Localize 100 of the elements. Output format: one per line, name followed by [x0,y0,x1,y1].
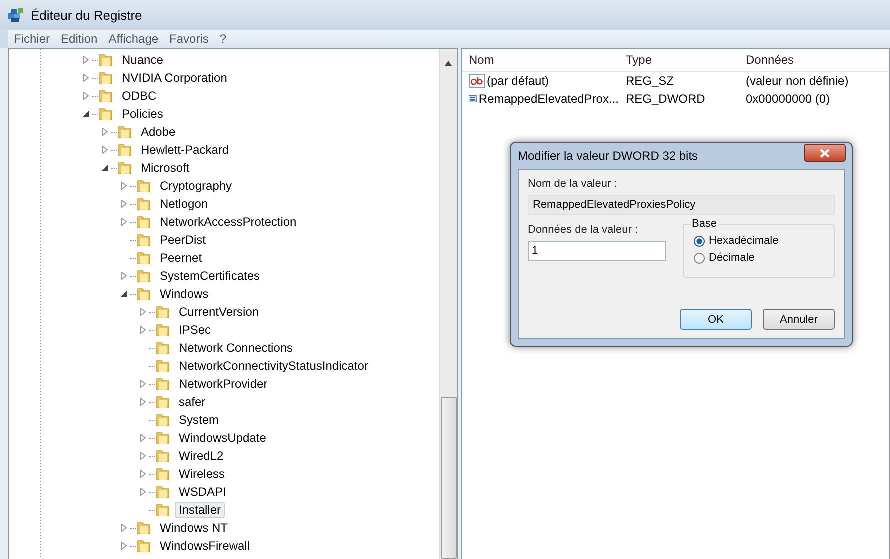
folder-icon [117,124,133,140]
tree-item[interactable]: IPSec [175,322,216,338]
folder-icon [136,196,152,212]
folder-icon [117,160,133,176]
folder-icon [155,412,171,428]
expand-arrow-icon[interactable] [139,326,147,334]
collapse-arrow-icon[interactable] [101,164,109,172]
radio-label[interactable]: Décimale [709,252,755,264]
folder-icon [155,322,171,338]
collapse-arrow-icon[interactable] [120,290,128,298]
folder-icon [155,448,171,464]
value-name[interactable]: (par défaut) [487,74,550,88]
value-data-label: Données de la valeur : [528,224,640,236]
tree-item[interactable]: NetworkConnectivityStatusIndicator [175,358,372,374]
tree-item[interactable]: Adobe [137,124,180,140]
folder-icon [98,70,114,86]
tree-item[interactable]: Cryptography [156,178,236,194]
expand-arrow-icon[interactable] [139,470,147,478]
tree-item[interactable]: Microsoft [137,160,194,176]
folder-icon [136,286,152,302]
menu-item[interactable]: Favoris [170,32,209,46]
value-data-field[interactable]: 1 [528,241,666,261]
expand-arrow-icon[interactable] [139,488,147,496]
menu-item[interactable]: Affichage [108,32,159,46]
tree-item[interactable]: ODBC [118,88,161,104]
folder-icon [155,376,171,392]
tree-item[interactable]: Netlogon [156,196,212,212]
folder-icon [136,538,152,554]
dialog-button[interactable]: OK [680,309,752,330]
string-value-icon [469,74,485,88]
expand-arrow-icon[interactable] [82,92,90,100]
scrollbar-thumb[interactable] [440,397,456,559]
tree-item[interactable]: WiredL2 [175,448,228,464]
folder-icon [98,52,114,68]
folder-icon [155,340,171,356]
menu-item[interactable]: Fichier [14,32,50,46]
expand-arrow-icon[interactable] [120,542,128,550]
column-header[interactable]: Données [739,53,794,67]
tree-item[interactable]: WSDAPI [175,484,230,500]
tree-item[interactable]: PeerDist [156,232,210,248]
expand-arrow-icon[interactable] [101,128,109,136]
close-icon [820,148,830,158]
expand-arrow-icon[interactable] [101,146,109,154]
value-name[interactable]: RemappedElevatedProx... [478,92,619,106]
tree-item[interactable]: Policies [118,106,168,122]
folder-icon [117,142,133,158]
tree-item[interactable]: Hewlett-Packard [137,142,234,158]
expand-arrow-icon[interactable] [139,308,147,316]
tree-item[interactable]: CurrentVersion [175,304,264,320]
value-data: (valeur non définie) [745,74,849,88]
value-type: REG_DWORD [625,92,706,106]
column-header[interactable]: Nom [462,53,619,67]
radio-label[interactable]: Hexadécimale [709,235,779,247]
expand-arrow-icon[interactable] [139,452,147,460]
tree-item[interactable]: Network Connections [175,340,298,356]
expand-arrow-icon[interactable] [120,182,128,190]
folder-icon [155,502,171,518]
tree-item[interactable]: NetworkAccessProtection [156,214,301,230]
value-type: REG_SZ [625,74,676,88]
tree-item[interactable]: Windows [156,286,213,302]
expand-arrow-icon[interactable] [139,380,147,388]
radio-button[interactable] [694,236,705,246]
collapse-arrow-icon[interactable] [82,110,90,118]
expand-arrow-icon[interactable] [82,56,90,64]
radio-button[interactable] [694,252,705,264]
tree-item[interactable]: NetworkProvider [175,376,272,392]
folder-icon [155,430,171,446]
value-name-label: Nom de la valeur : [528,178,618,190]
base-group-label: Base [690,218,720,230]
expand-arrow-icon[interactable] [120,218,128,226]
tree-item[interactable]: Wireless [175,466,230,482]
value-name-field: RemappedElevatedProxiesPolicy [528,195,835,215]
tree-item[interactable]: Peernet [156,250,206,266]
tree-item[interactable]: Windows NT [156,520,232,536]
tree-item[interactable]: Nuance [118,52,168,68]
tree-item[interactable]: System [175,412,224,428]
close-button[interactable] [804,144,846,162]
scroll-up-arrow-icon[interactable] [445,61,452,66]
folder-icon [98,106,114,122]
expand-arrow-icon[interactable] [120,524,128,532]
expand-arrow-icon[interactable] [82,74,90,82]
expand-arrow-icon[interactable] [139,398,147,406]
tree-item[interactable]: Installer [175,502,226,518]
menu-item[interactable]: Edition [61,32,98,46]
column-header[interactable]: Type [619,53,739,67]
folder-icon [136,178,152,194]
menu-item[interactable]: ? [220,32,227,46]
folder-icon [136,214,152,230]
folder-icon [155,304,171,320]
expand-arrow-icon[interactable] [120,200,128,208]
dialog-button[interactable]: Annuler [763,309,835,330]
tree-item[interactable]: WindowsFirewall [156,538,254,554]
expand-arrow-icon[interactable] [120,272,128,280]
expand-arrow-icon[interactable] [139,434,147,442]
scrollbar[interactable] [439,49,457,559]
tree-item[interactable]: safer [175,394,210,410]
tree-item[interactable]: NVIDIA Corporation [118,70,232,86]
window-title: Éditeur du Registre [31,8,142,22]
tree-item[interactable]: SystemCertificates [156,268,264,284]
tree-item[interactable]: WindowsUpdate [175,430,270,446]
